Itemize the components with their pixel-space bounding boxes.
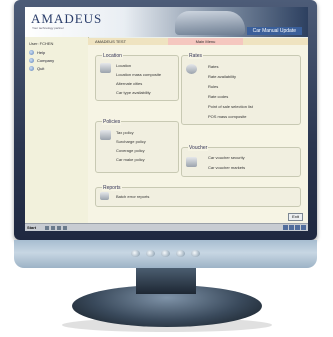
monitor-button[interactable] xyxy=(160,249,170,257)
menu-item-car-voucher-markets[interactable]: Car voucher markets xyxy=(208,165,245,170)
menu-item-rate-availability[interactable]: Rate availability xyxy=(208,74,236,79)
monitor-buttons xyxy=(110,248,220,258)
menu-item-location[interactable]: Location xyxy=(116,63,131,68)
section-title: Voucher xyxy=(188,145,209,151)
start-button[interactable]: Start xyxy=(27,225,36,230)
policies-icon xyxy=(100,130,111,140)
brand-logo: AMADEUS xyxy=(31,11,103,26)
menu-item-tax-policy[interactable]: Tax policy xyxy=(116,130,134,135)
brand-tagline: Your technology partner xyxy=(32,26,64,30)
taskbar-icons xyxy=(45,226,67,230)
section-reports: Reports Batch error reports xyxy=(95,185,301,207)
exit-button[interactable]: Exit xyxy=(288,213,303,221)
main-content: Location Location Location mass composit… xyxy=(88,45,308,223)
screen: AMADEUS Your technology partner Car Manu… xyxy=(25,7,308,231)
taskbar-app-icon[interactable] xyxy=(51,226,55,230)
sidebar-item-company[interactable]: Company xyxy=(29,56,54,64)
menu-item-rules[interactable]: Rules xyxy=(208,84,218,89)
window-title: Car Manual Update xyxy=(246,27,302,35)
bullet-icon xyxy=(29,65,34,71)
taskbar: Start xyxy=(25,223,308,231)
sidebar: User: FCHEN Help Company Quit xyxy=(25,37,89,223)
taskbar-app-icon[interactable] xyxy=(63,226,67,230)
system-tray xyxy=(283,225,306,230)
reports-icon xyxy=(100,192,109,200)
menu-item-point-of-sale[interactable]: Point of sale selection list xyxy=(208,104,253,109)
section-policies: Policies Tax policy Surcharge policy Cov… xyxy=(95,119,179,173)
section-title: Rates xyxy=(188,53,204,59)
tray-icon[interactable] xyxy=(295,225,300,230)
bullet-icon xyxy=(29,49,34,55)
tab-main-menu[interactable]: Main Menu xyxy=(168,38,243,45)
menu-item-rates[interactable]: Rates xyxy=(208,64,218,69)
menu-item-alternate-cities[interactable]: Alternate cities xyxy=(116,81,142,86)
menu-item-car-make-policy[interactable]: Car make policy xyxy=(116,157,145,162)
menu-item-coverage-policy[interactable]: Coverage policy xyxy=(116,148,145,153)
sidebar-item-label: Quit xyxy=(37,65,45,71)
menu-item-location-mass-composite[interactable]: Location mass composite xyxy=(116,72,161,77)
section-voucher: Voucher Car voucher security Car voucher… xyxy=(181,145,301,177)
user-label: User: FCHEN xyxy=(29,41,54,46)
section-location: Location Location Location mass composit… xyxy=(95,53,179,101)
menu-item-car-voucher-security[interactable]: Car voucher security xyxy=(208,155,245,160)
menu-item-pos-mass-composite[interactable]: POS mass composite xyxy=(208,114,246,119)
taskbar-app-icon[interactable] xyxy=(45,226,49,230)
monitor-button[interactable] xyxy=(190,249,200,257)
tray-icon[interactable] xyxy=(301,225,306,230)
bullet-icon xyxy=(29,57,34,63)
monitor-button[interactable] xyxy=(175,249,185,257)
monitor-button[interactable] xyxy=(130,249,140,257)
menu-item-rate-codes[interactable]: Rate codes xyxy=(208,94,228,99)
sidebar-item-help[interactable]: Help xyxy=(29,48,54,56)
sidebar-item-quit[interactable]: Quit xyxy=(29,64,54,72)
rates-icon xyxy=(186,64,197,74)
tray-icon[interactable] xyxy=(289,225,294,230)
tab-amadeus-test[interactable]: AMADEUS TEST xyxy=(95,39,126,44)
section-title: Reports xyxy=(102,185,122,191)
taskbar-app-icon[interactable] xyxy=(57,226,61,230)
section-title: Location xyxy=(102,53,123,59)
tray-icon[interactable] xyxy=(283,225,288,230)
section-title: Policies xyxy=(102,119,122,125)
car-image xyxy=(175,11,245,35)
menu-item-batch-error-reports[interactable]: Batch error reports xyxy=(116,194,149,199)
location-icon xyxy=(100,63,111,73)
sidebar-item-label: Company xyxy=(37,57,55,63)
sidebar-item-label: Help xyxy=(37,49,46,55)
section-rates: Rates Rates Rate availability Rules Rate… xyxy=(181,53,301,125)
monitor-stand-neck xyxy=(136,268,196,294)
monitor-button[interactable] xyxy=(145,249,155,257)
sidebar-nav: Help Company Quit xyxy=(29,48,54,72)
menu-item-surcharge-policy[interactable]: Surcharge policy xyxy=(116,139,146,144)
app-header: AMADEUS Your technology partner Car Manu… xyxy=(25,7,308,37)
voucher-icon xyxy=(186,157,197,167)
menu-item-car-type-availability[interactable]: Car type availability xyxy=(116,90,151,95)
